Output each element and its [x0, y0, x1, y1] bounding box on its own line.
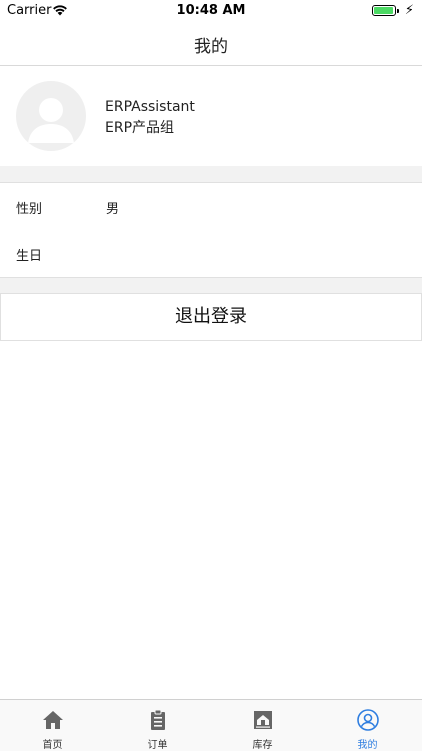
- charging-icon: ⚡︎: [404, 3, 414, 18]
- clock: 10:48 AM: [176, 3, 246, 18]
- birthday-row[interactable]: 生日: [0, 230, 422, 278]
- username: ERPAssistant: [105, 99, 195, 115]
- user-group: ERP产品组: [105, 120, 175, 136]
- page-title: 我的: [194, 37, 228, 57]
- tab-orders-label: 订单: [147, 740, 168, 751]
- logout-button[interactable]: 退出登录: [0, 293, 422, 341]
- birthday-label: 生日: [16, 249, 43, 264]
- user-circle-icon: [357, 709, 379, 731]
- home-icon: [43, 711, 63, 729]
- avatar[interactable]: [16, 81, 86, 151]
- section-divider: [0, 166, 422, 182]
- warehouse-icon: [254, 711, 272, 729]
- nav-bar: 我的: [0, 22, 422, 66]
- section-divider: [0, 278, 422, 293]
- status-bar: Carrier 10:48 AM ⚡︎: [0, 0, 422, 22]
- tab-profile-label: 我的: [357, 740, 378, 751]
- tab-profile[interactable]: 我的: [315, 700, 420, 751]
- gender-label: 性别: [16, 202, 43, 217]
- battery-icon: [372, 5, 399, 16]
- clipboard-icon: [151, 709, 165, 730]
- tab-home[interactable]: 首页: [0, 700, 105, 751]
- tab-inventory[interactable]: 库存: [210, 700, 315, 751]
- tab-home-label: 首页: [42, 740, 63, 751]
- tab-bar: 首页 订单 库存 我的: [0, 699, 422, 751]
- tab-orders[interactable]: 订单: [105, 700, 210, 751]
- tab-inventory-label: 库存: [252, 740, 273, 751]
- avatar-placeholder-icon: [28, 98, 74, 143]
- profile-card[interactable]: ERPAssistant ERP产品组: [0, 66, 422, 166]
- gender-value: 男: [106, 202, 120, 217]
- gender-row[interactable]: 性别 男: [0, 182, 422, 231]
